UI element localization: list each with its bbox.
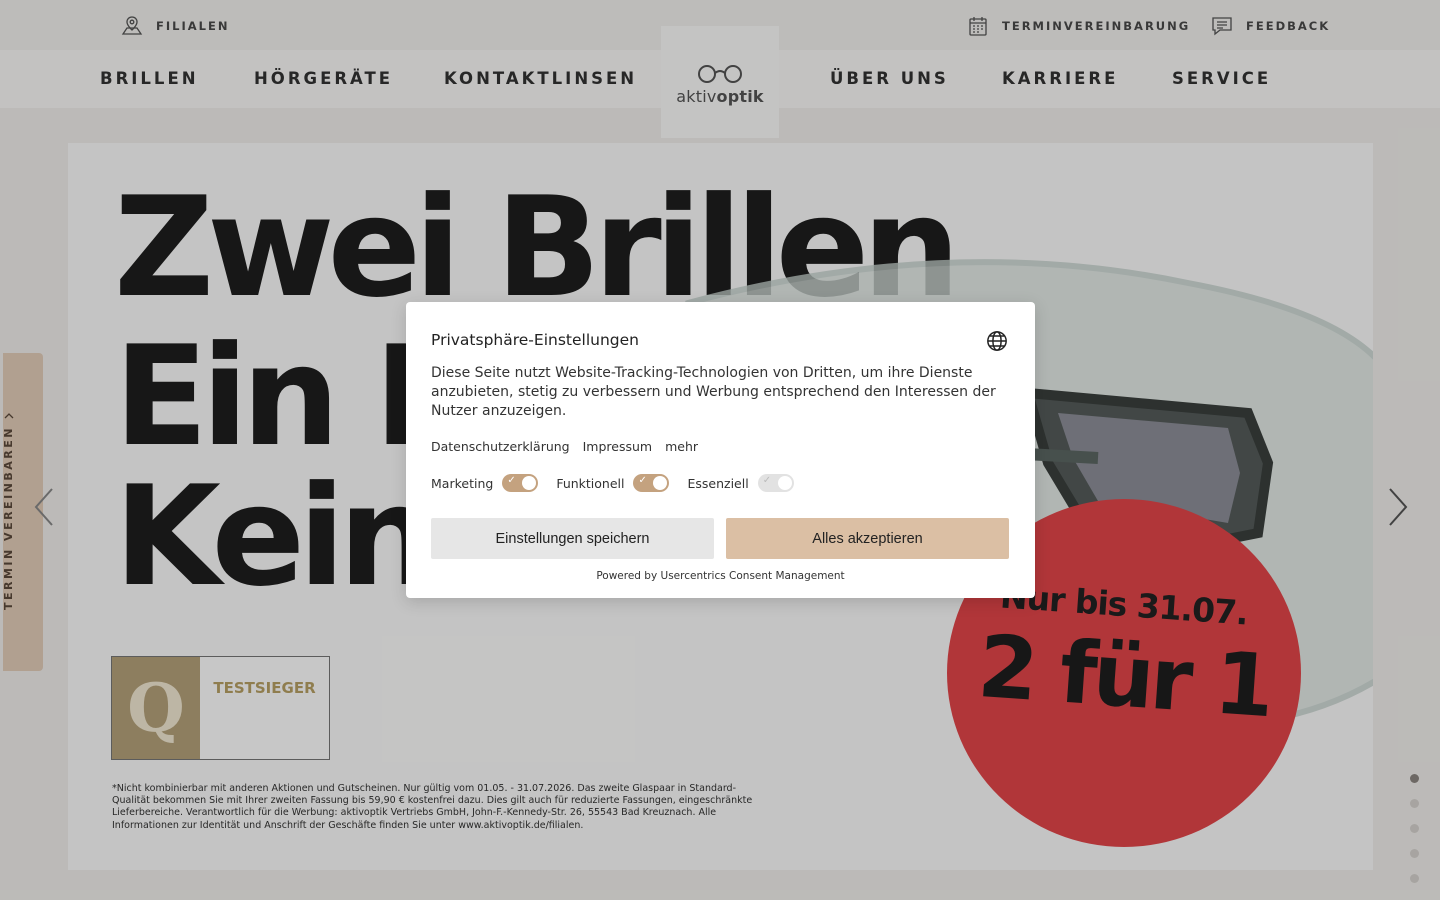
privacy-policy-link[interactable]: Datenschutzerklärung	[431, 439, 570, 454]
marketing-toggle[interactable]: ✓	[502, 474, 539, 492]
consent-toggles: Marketing ✓ Funktionell ✓ Essenziell ✓	[431, 474, 812, 492]
funktionell-toggle[interactable]: ✓	[633, 474, 670, 492]
more-link[interactable]: mehr	[665, 439, 698, 454]
save-settings-button[interactable]: Einstellungen speichern	[431, 518, 714, 559]
dialog-title: Privatsphäre-Einstellungen	[431, 331, 639, 349]
check-icon: ✓	[507, 475, 516, 486]
essenziell-toggle: ✓	[757, 474, 794, 492]
powered-by-link[interactable]: Powered by Usercentrics Consent Manageme…	[406, 570, 1035, 582]
toggle-label-funktionell: Funktionell	[556, 475, 625, 491]
imprint-link[interactable]: Impressum	[583, 439, 652, 454]
toggle-group-marketing: Marketing ✓	[431, 474, 539, 492]
dialog-description: Diese Seite nutzt Website-Tracking-Techn…	[431, 365, 996, 419]
toggle-group-essenziell: Essenziell ✓	[687, 474, 794, 492]
toggle-label-essenziell: Essenziell	[687, 475, 749, 491]
toggle-group-funktionell: Funktionell ✓	[556, 474, 670, 492]
check-icon: ✓	[762, 475, 772, 486]
privacy-consent-dialog: Privatsphäre-Einstellungen Diese Seite n…	[406, 302, 1035, 598]
dialog-links: Datenschutzerklärung Impressum mehr	[431, 439, 698, 454]
accept-all-button[interactable]: Alles akzeptieren	[726, 518, 1009, 559]
check-icon: ✓	[638, 475, 647, 486]
toggle-label-marketing: Marketing	[431, 475, 494, 491]
globe-icon[interactable]	[986, 330, 1008, 352]
